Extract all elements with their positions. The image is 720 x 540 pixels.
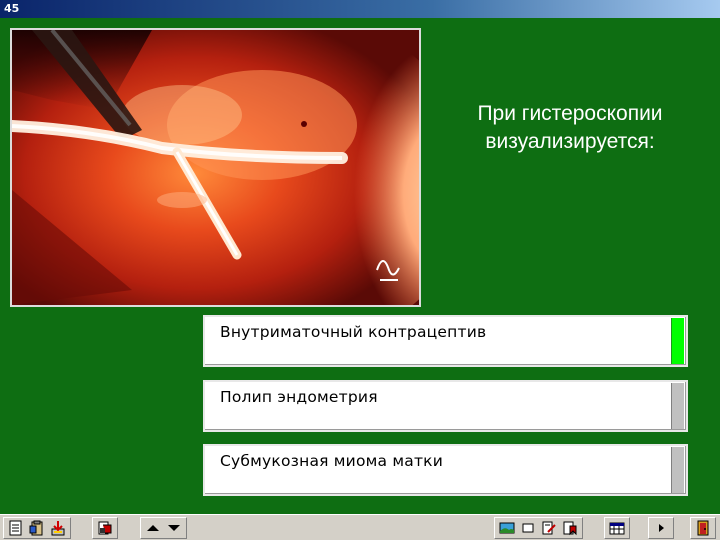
toolbar-group-play	[648, 517, 674, 539]
window-title: 45	[4, 2, 20, 15]
slide-area: При гистероскопии визуализируется: Внутр…	[0, 18, 720, 514]
arrow-down-icon[interactable]	[165, 519, 183, 537]
bookmark-icon[interactable]	[561, 519, 579, 537]
download-icon[interactable]	[49, 519, 67, 537]
calendar-icon[interactable]	[608, 519, 626, 537]
exit-door-icon[interactable]	[694, 519, 712, 537]
answer-option-1[interactable]: Внутриматочный контрацептив	[203, 315, 688, 367]
toolbar-group-calendar	[604, 517, 630, 539]
unselected-indicator	[671, 383, 684, 429]
answer-label: Внутриматочный контрацептив	[220, 323, 487, 341]
play-icon[interactable]	[652, 519, 670, 537]
arrow-up-icon[interactable]	[144, 519, 162, 537]
question-line-2: визуализируется:	[485, 130, 655, 153]
question-text: При гистероскопии визуализируется:	[424, 100, 716, 156]
picture-icon[interactable]	[498, 519, 516, 537]
question-line-1: При гистероскопии	[477, 102, 663, 125]
clipboard-icon[interactable]	[28, 519, 46, 537]
edit-page-icon[interactable]	[540, 519, 558, 537]
unselected-indicator	[671, 447, 684, 493]
toolbar-group-navigation	[140, 517, 187, 539]
selected-indicator	[671, 318, 684, 364]
toolbar-group-print	[92, 517, 118, 539]
title-bar: 45	[0, 0, 720, 18]
answer-option-2[interactable]: Полип эндометрия	[203, 380, 688, 432]
window-icon[interactable]	[519, 519, 537, 537]
toolbar-group-view	[494, 517, 583, 539]
answer-label: Субмукозная миома матки	[220, 452, 444, 470]
bottom-toolbar	[0, 514, 720, 540]
answer-label: Полип эндометрия	[220, 388, 378, 406]
hysteroscopy-image	[10, 28, 421, 307]
toolbar-group-exit	[690, 517, 716, 539]
toolbar-group-files	[3, 517, 71, 539]
answer-option-3[interactable]: Субмукозная миома матки	[203, 444, 688, 496]
notes-icon[interactable]	[7, 519, 25, 537]
print-preview-icon[interactable]	[96, 519, 114, 537]
